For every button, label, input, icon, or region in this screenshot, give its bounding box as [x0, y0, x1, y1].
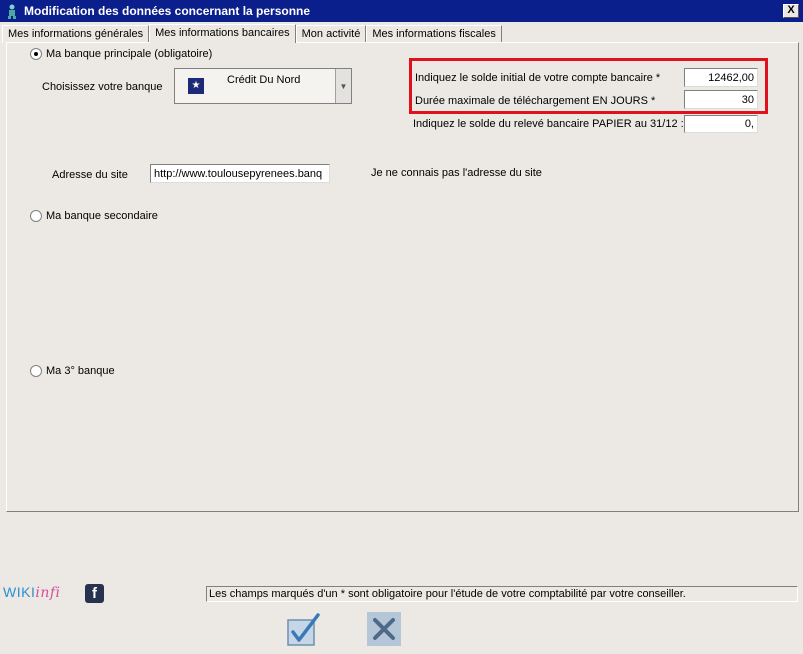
third-bank-label: Ma 3° banque: [46, 365, 115, 377]
primary-bank-label: Ma banque principale (obligatoire): [46, 48, 213, 60]
max-download-input[interactable]: 30: [684, 90, 758, 109]
third-bank-radio[interactable]: [30, 365, 42, 377]
site-address-label: Adresse du site: [52, 169, 128, 181]
close-icon: [373, 618, 395, 640]
required-fields-notice: Les champs marqués d'un * sont obligatoi…: [206, 586, 798, 602]
primary-bank-option[interactable]: Ma banque principale (obligatoire): [30, 48, 212, 60]
secondary-bank-label: Ma banque secondaire: [46, 210, 158, 222]
tab-tax-info[interactable]: Mes informations fiscales: [366, 25, 502, 43]
max-download-label: Durée maximale de téléchargement EN JOUR…: [415, 95, 656, 107]
chevron-down-icon[interactable]: ▼: [335, 69, 351, 103]
validate-button[interactable]: [287, 612, 321, 646]
wikiinfi-logo[interactable]: WIKIinfi: [3, 584, 61, 601]
window-titlebar: Modification des données concernant la p…: [0, 0, 803, 22]
star-icon: ★: [188, 78, 204, 94]
paper-balance-value: 0,: [744, 118, 754, 130]
max-download-value: 30: [741, 93, 754, 106]
tab-bar: Mes informations générales Mes informati…: [2, 24, 502, 43]
secondary-bank-radio[interactable]: [30, 210, 42, 222]
initial-balance-value: 12462,00: [708, 71, 754, 84]
secondary-bank-option[interactable]: Ma banque secondaire: [30, 210, 158, 222]
cancel-button[interactable]: [367, 612, 401, 646]
initial-balance-input[interactable]: 12462,00: [684, 68, 758, 87]
facebook-icon[interactable]: f: [85, 584, 104, 603]
primary-bank-radio[interactable]: [30, 48, 42, 60]
third-bank-option[interactable]: Ma 3° banque: [30, 365, 115, 377]
tab-activity[interactable]: Mon activité: [295, 25, 367, 43]
selected-bank-name: Crédit Du Nord: [227, 74, 301, 86]
paper-balance-label: Indiquez le solde du relevé bancaire PAP…: [413, 118, 684, 130]
tab-general-info[interactable]: Mes informations générales: [2, 25, 150, 43]
site-address-input[interactable]: http://www.toulousepyrenees.banq: [150, 164, 330, 183]
unknown-site-link[interactable]: Je ne connais pas l'adresse du site: [371, 167, 542, 179]
site-address-value: http://www.toulousepyrenees.banq: [154, 167, 323, 180]
tab-bank-info[interactable]: Mes informations bancaires: [149, 24, 296, 43]
checkmark-icon: [287, 613, 320, 646]
window-title: Modification des données concernant la p…: [24, 4, 311, 18]
person-app-icon: [4, 3, 20, 19]
bank-select-value: ★ Crédit Du Nord: [175, 69, 335, 103]
choose-bank-label: Choisissez votre banque: [42, 81, 163, 93]
close-button[interactable]: X: [783, 4, 799, 18]
initial-balance-label: Indiquez le solde initial de votre compt…: [415, 72, 661, 84]
paper-balance-input[interactable]: 0,: [684, 115, 758, 133]
bank-select[interactable]: ★ Crédit Du Nord ▼: [174, 68, 352, 104]
